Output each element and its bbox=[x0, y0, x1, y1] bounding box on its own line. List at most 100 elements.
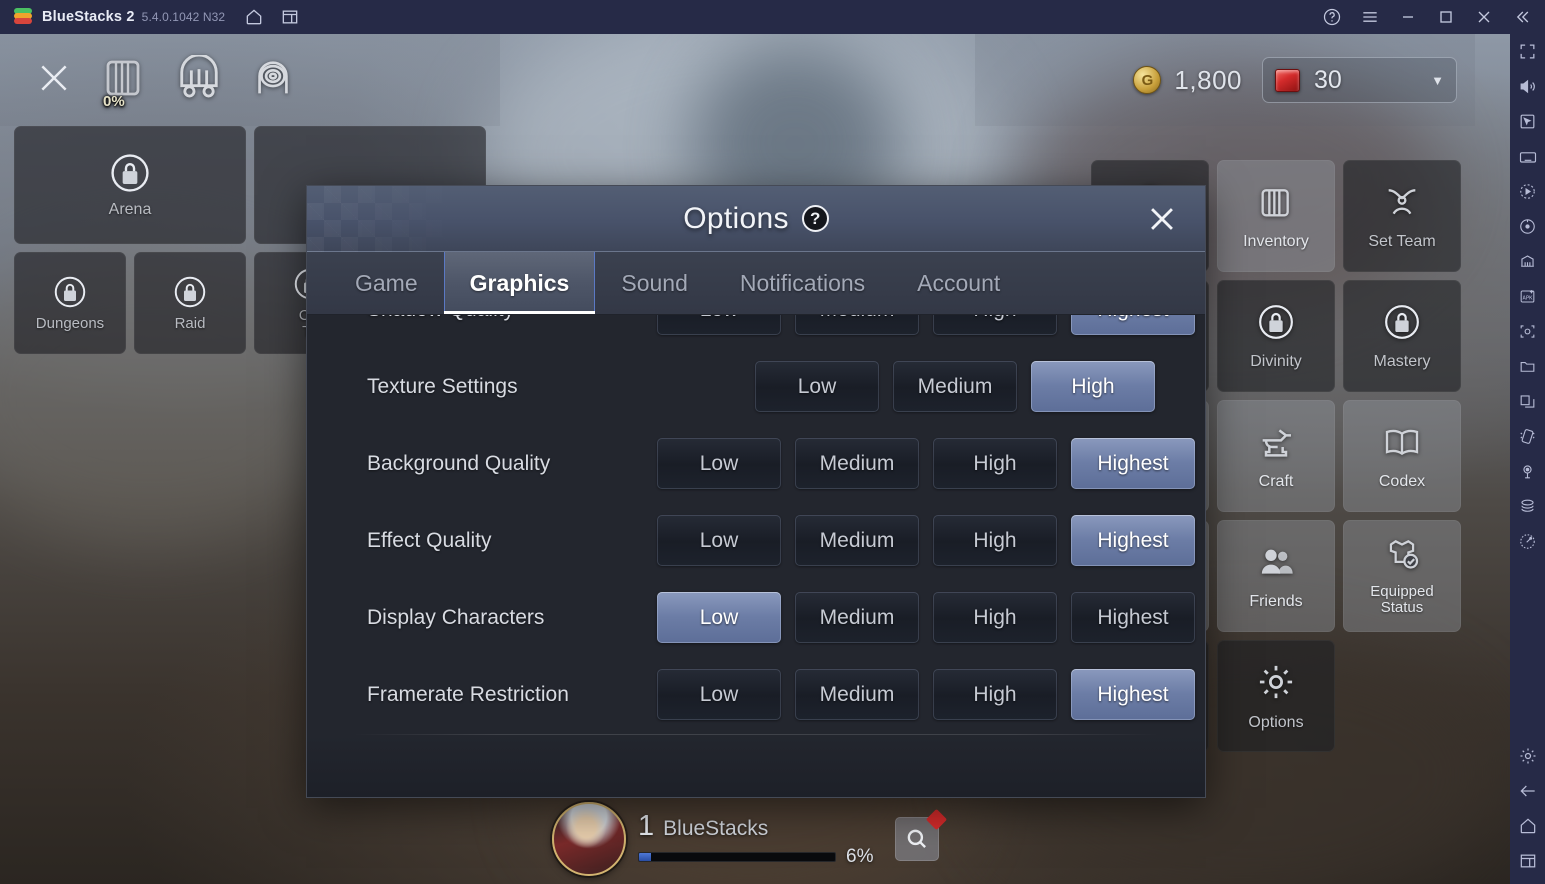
cursor-icon[interactable] bbox=[1510, 104, 1545, 139]
option-button-highest[interactable]: Highest bbox=[1071, 669, 1195, 720]
bluestacks-sidebar: APK bbox=[1510, 34, 1545, 884]
shake-icon[interactable] bbox=[1510, 419, 1545, 454]
option-button-medium[interactable]: Medium bbox=[795, 315, 919, 335]
setting-label: Framerate Restriction bbox=[367, 682, 569, 706]
option-button-high[interactable]: High bbox=[933, 592, 1057, 643]
volume-icon[interactable] bbox=[1510, 69, 1545, 104]
dialog-body: Shadow QualityLowMediumHighHighestTextur… bbox=[307, 315, 1205, 797]
option-button-highest[interactable]: Highest bbox=[1071, 592, 1195, 643]
setting-options: Low Medium High Highest bbox=[657, 515, 1195, 566]
search-icon bbox=[908, 829, 927, 848]
help-icon[interactable]: ? bbox=[801, 205, 829, 232]
setting-label: Texture Settings bbox=[367, 374, 518, 398]
grid-tile-codex[interactable]: Codex bbox=[1343, 400, 1461, 512]
menu-tile-dungeons[interactable]: Dungeons bbox=[14, 252, 126, 354]
option-button-low[interactable]: Low bbox=[657, 438, 781, 489]
option-button-high[interactable]: High bbox=[933, 669, 1057, 720]
option-button-medium[interactable]: Medium bbox=[795, 592, 919, 643]
game-viewport[interactable]: 0% G 1,800 30 ▼ Arena Dungeons Raid Inve… bbox=[0, 34, 1510, 884]
keyboard-icon[interactable] bbox=[1510, 139, 1545, 174]
option-button-highest[interactable]: Highest bbox=[1071, 438, 1195, 489]
gem-currency-dropdown[interactable]: 30 ▼ bbox=[1262, 57, 1457, 103]
install-apk-icon[interactable]: APK bbox=[1510, 279, 1545, 314]
grid-tile-set-team[interactable]: Set Team bbox=[1343, 160, 1461, 272]
option-button-medium[interactable]: Medium bbox=[795, 669, 919, 720]
minimize-icon[interactable] bbox=[1393, 2, 1423, 32]
tilt-icon[interactable] bbox=[1510, 524, 1545, 559]
option-button-low[interactable]: Low bbox=[657, 515, 781, 566]
fullscreen-icon[interactable] bbox=[1510, 34, 1545, 69]
grid-tile-craft[interactable]: Craft bbox=[1217, 400, 1335, 512]
xp-percent-label: 6% bbox=[846, 846, 874, 867]
menu-icon[interactable] bbox=[1355, 2, 1385, 32]
option-button-highest[interactable]: Highest bbox=[1071, 515, 1195, 566]
setting-options: Low Medium High Highest bbox=[657, 592, 1195, 643]
option-button-high[interactable]: High bbox=[1031, 361, 1155, 412]
scroll-icon[interactable]: 0% bbox=[100, 54, 148, 110]
multi-instance-icon[interactable] bbox=[275, 2, 305, 32]
grid-tile-label: Friends bbox=[1249, 592, 1303, 610]
multi-instance-manager-icon[interactable] bbox=[1510, 244, 1545, 279]
wagon-icon[interactable] bbox=[174, 53, 224, 106]
rotate-icon[interactable] bbox=[1510, 209, 1545, 244]
player-name: BlueStacks bbox=[663, 817, 769, 840]
game-close-icon[interactable] bbox=[34, 58, 74, 103]
back-arrow-icon[interactable] bbox=[1510, 773, 1545, 808]
option-button-low[interactable]: Low bbox=[657, 315, 781, 335]
settings-list: Shadow QualityLowMediumHighHighestTextur… bbox=[307, 315, 1205, 733]
option-button-medium[interactable]: Medium bbox=[795, 515, 919, 566]
avatar[interactable] bbox=[552, 802, 626, 876]
tab-graphics[interactable]: Graphics bbox=[443, 252, 596, 314]
folder-icon[interactable] bbox=[1510, 349, 1545, 384]
option-button-low[interactable]: Low bbox=[657, 592, 781, 643]
help-icon[interactable] bbox=[1317, 2, 1347, 32]
tab-account[interactable]: Account bbox=[891, 252, 1026, 314]
option-button-highest[interactable]: Highest bbox=[1071, 315, 1195, 335]
close-icon[interactable] bbox=[1145, 202, 1179, 236]
gold-currency[interactable]: G 1,800 bbox=[1133, 65, 1242, 96]
setting-label: Effect Quality bbox=[367, 528, 492, 552]
settings-gear-icon[interactable] bbox=[1510, 738, 1545, 773]
option-button-low[interactable]: Low bbox=[755, 361, 879, 412]
grid-tile-inventory[interactable]: Inventory bbox=[1217, 160, 1335, 272]
macro-icon[interactable] bbox=[1510, 174, 1545, 209]
android-home-icon[interactable] bbox=[1510, 808, 1545, 843]
armor-icon bbox=[1383, 535, 1421, 578]
screenshot-icon[interactable] bbox=[1510, 314, 1545, 349]
option-button-low[interactable]: Low bbox=[657, 669, 781, 720]
grid-tile-options[interactable]: Options bbox=[1217, 640, 1335, 752]
option-button-medium[interactable]: Medium bbox=[795, 438, 919, 489]
dialog-footer bbox=[307, 735, 1205, 797]
option-button-high[interactable]: High bbox=[933, 438, 1057, 489]
app-version: 5.4.0.1042 N32 bbox=[141, 10, 226, 24]
grid-tile-label: Craft bbox=[1258, 472, 1294, 490]
grid-tile-equipped-status[interactable]: Equipped Status bbox=[1343, 520, 1461, 632]
layers-icon[interactable] bbox=[1510, 489, 1545, 524]
maximize-icon[interactable] bbox=[1431, 2, 1461, 32]
menu-tile-raid[interactable]: Raid bbox=[134, 252, 246, 354]
option-button-medium[interactable]: Medium bbox=[893, 361, 1017, 412]
tab-game[interactable]: Game bbox=[329, 252, 444, 314]
recent-apps-icon[interactable] bbox=[1510, 843, 1545, 878]
gold-coin-icon: G bbox=[1133, 66, 1162, 94]
option-button-high[interactable]: High bbox=[933, 515, 1057, 566]
lock-icon bbox=[54, 276, 86, 307]
close-icon[interactable] bbox=[1469, 2, 1499, 32]
location-icon[interactable] bbox=[1510, 454, 1545, 489]
grid-tile-friends[interactable]: Friends bbox=[1217, 520, 1335, 632]
copy-icon[interactable] bbox=[1510, 384, 1545, 419]
option-button-high[interactable]: High bbox=[933, 315, 1057, 335]
gold-amount: 1,800 bbox=[1174, 64, 1242, 95]
tab-notifications[interactable]: Notifications bbox=[714, 252, 891, 314]
collapse-sidebar-icon[interactable] bbox=[1507, 2, 1537, 32]
grid-tile-divinity[interactable]: Divinity bbox=[1217, 280, 1335, 392]
search-button[interactable] bbox=[895, 808, 948, 861]
tab-sound[interactable]: Sound bbox=[595, 252, 714, 314]
portal-icon[interactable] bbox=[250, 55, 296, 106]
grid-tile-mastery[interactable]: Mastery bbox=[1343, 280, 1461, 392]
chevron-down-icon[interactable]: ▼ bbox=[1431, 73, 1444, 88]
grid-tile-label: Equipped Status bbox=[1370, 582, 1434, 617]
game-hud-top-left: 0% bbox=[0, 34, 500, 126]
menu-tile-arena[interactable]: Arena bbox=[14, 126, 246, 244]
home-icon[interactable] bbox=[239, 2, 269, 32]
